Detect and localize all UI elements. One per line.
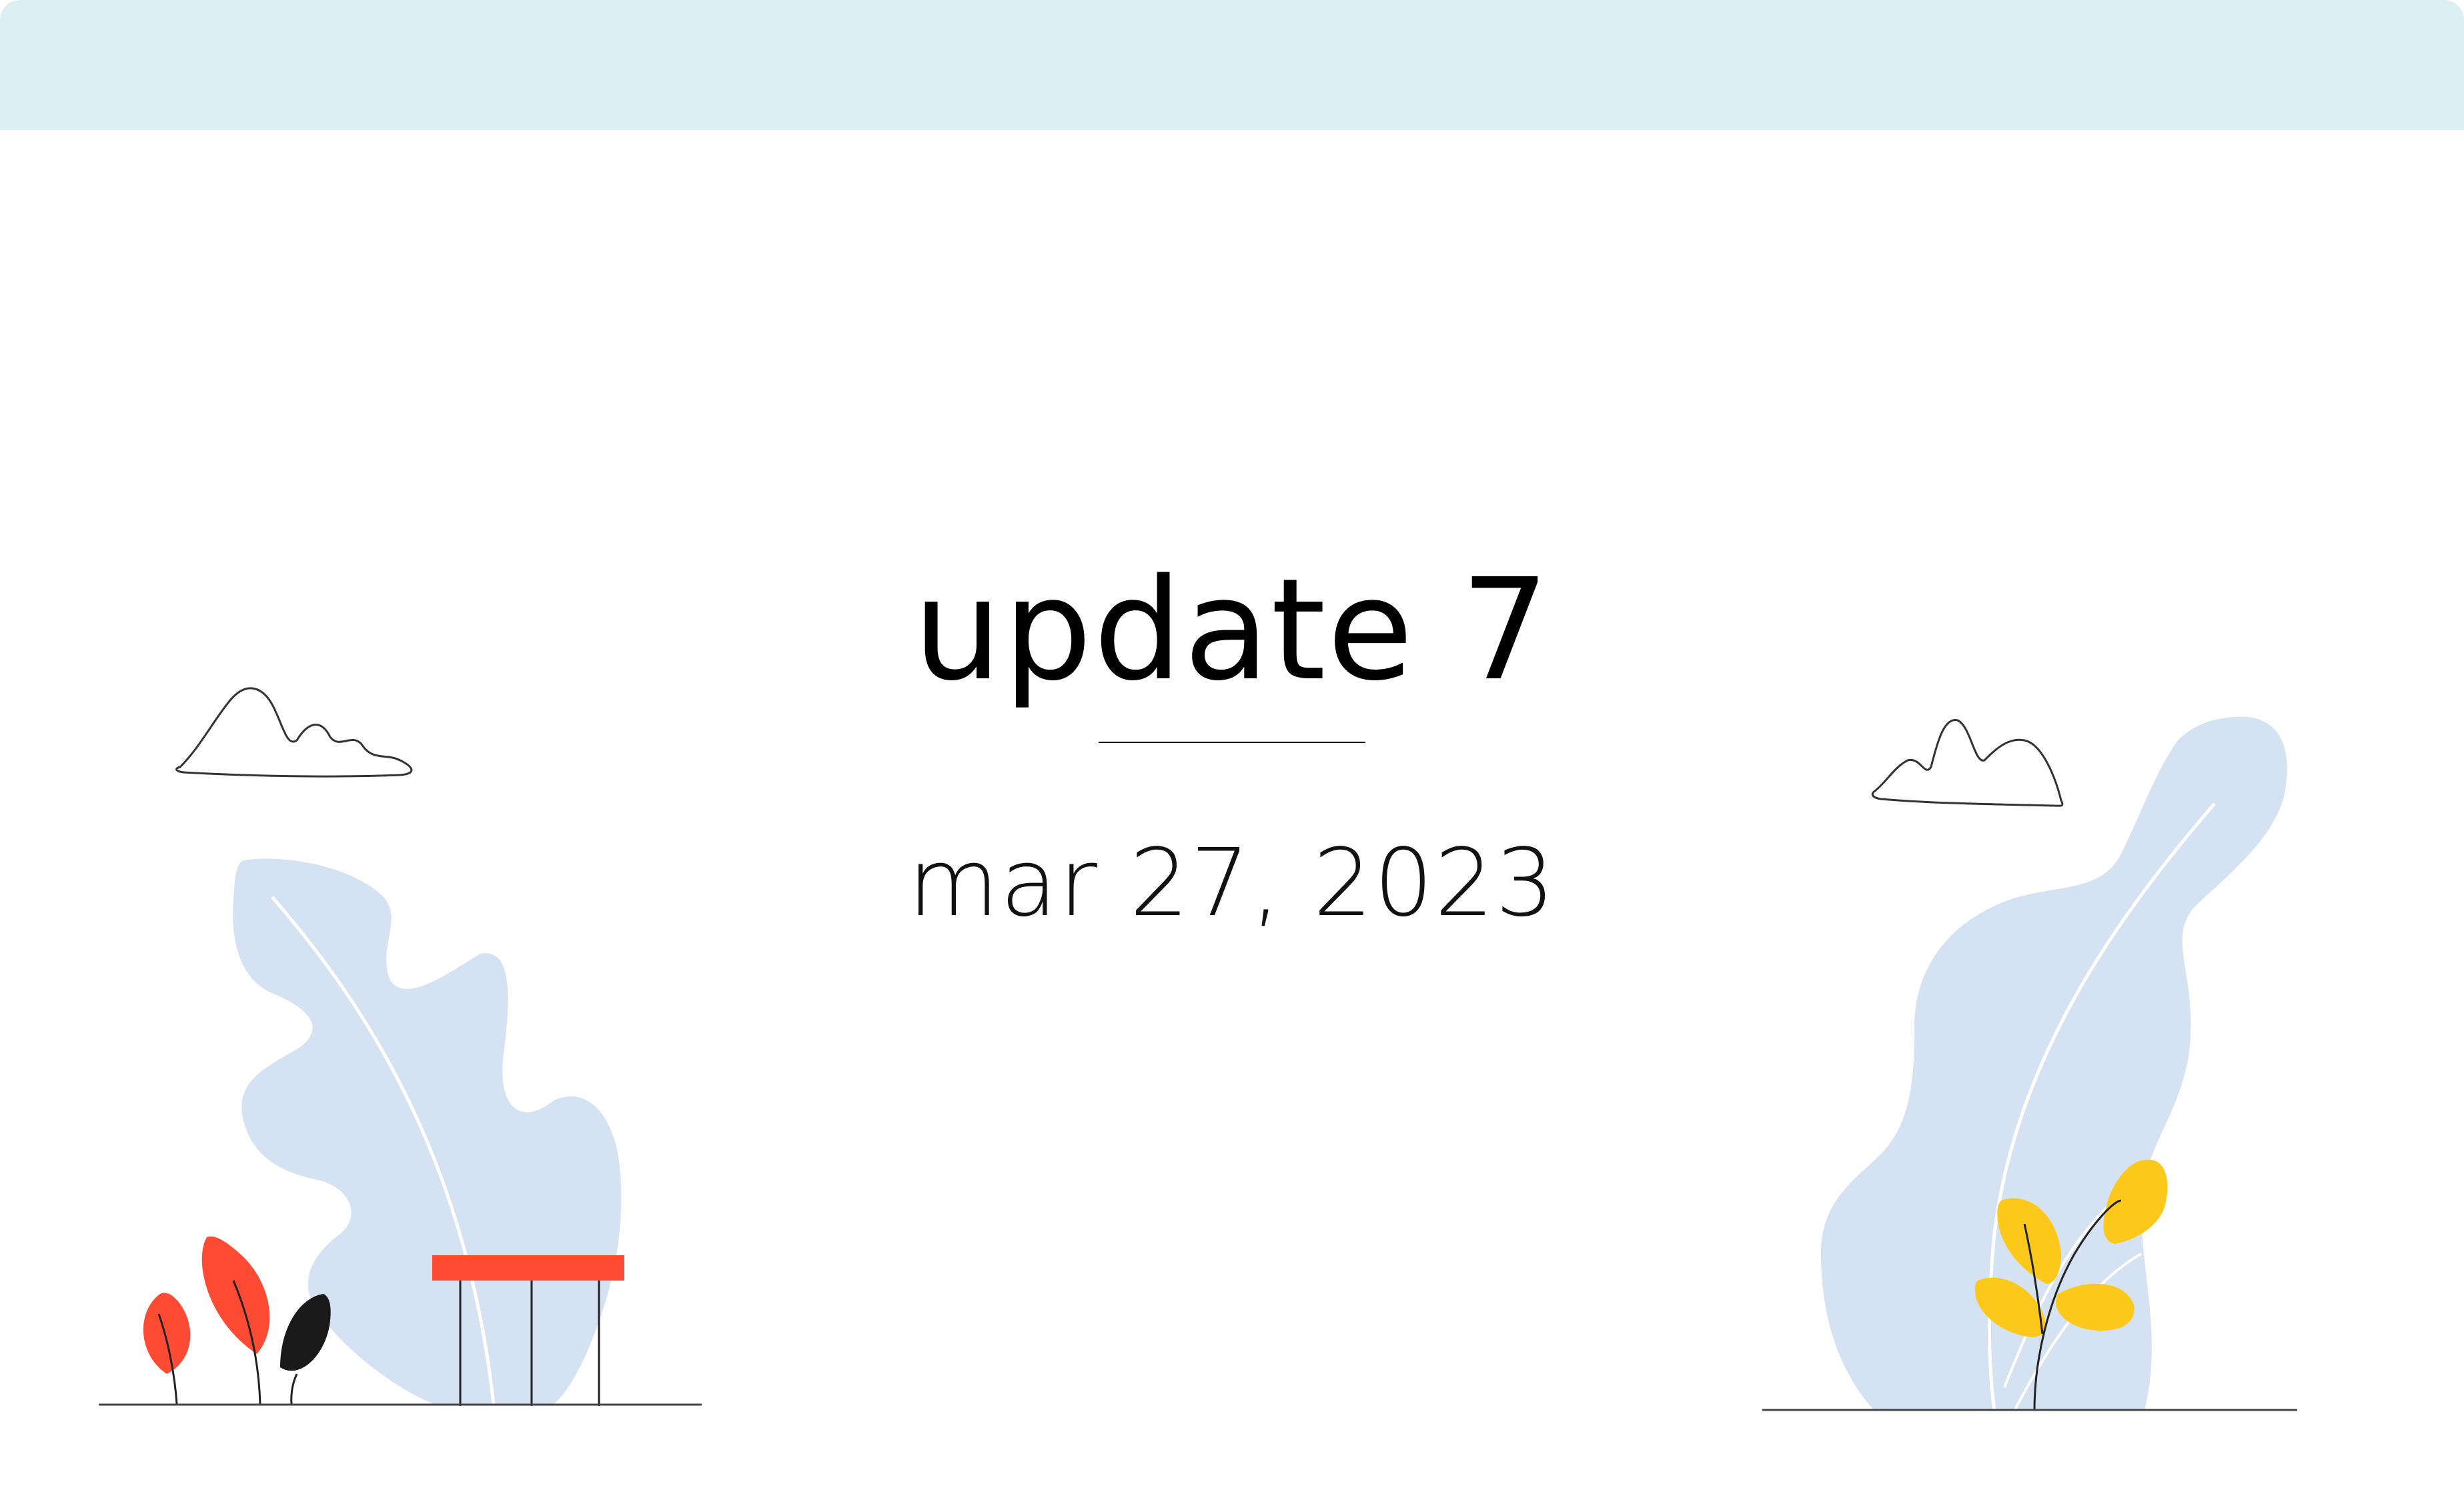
slide-date: mar 27, 2023	[908, 829, 1556, 938]
left-small-plants	[143, 1236, 331, 1405]
top-banner	[0, 0, 2464, 130]
slide-title: update 7	[912, 548, 1552, 712]
title-block: update 7	[0, 560, 2464, 700]
decorative-illustrations	[99, 687, 2297, 1411]
left-cloud-icon	[175, 687, 413, 778]
left-big-leaf	[233, 858, 622, 1405]
title-divider	[1099, 742, 1365, 743]
stool-illustration	[432, 1255, 624, 1406]
right-cloud-icon	[1871, 719, 2064, 807]
right-yellow-plant	[1974, 1159, 2168, 1411]
slide-page: update 7 mar 27, 2023	[0, 0, 2464, 1490]
right-big-leaf	[1821, 716, 2287, 1411]
